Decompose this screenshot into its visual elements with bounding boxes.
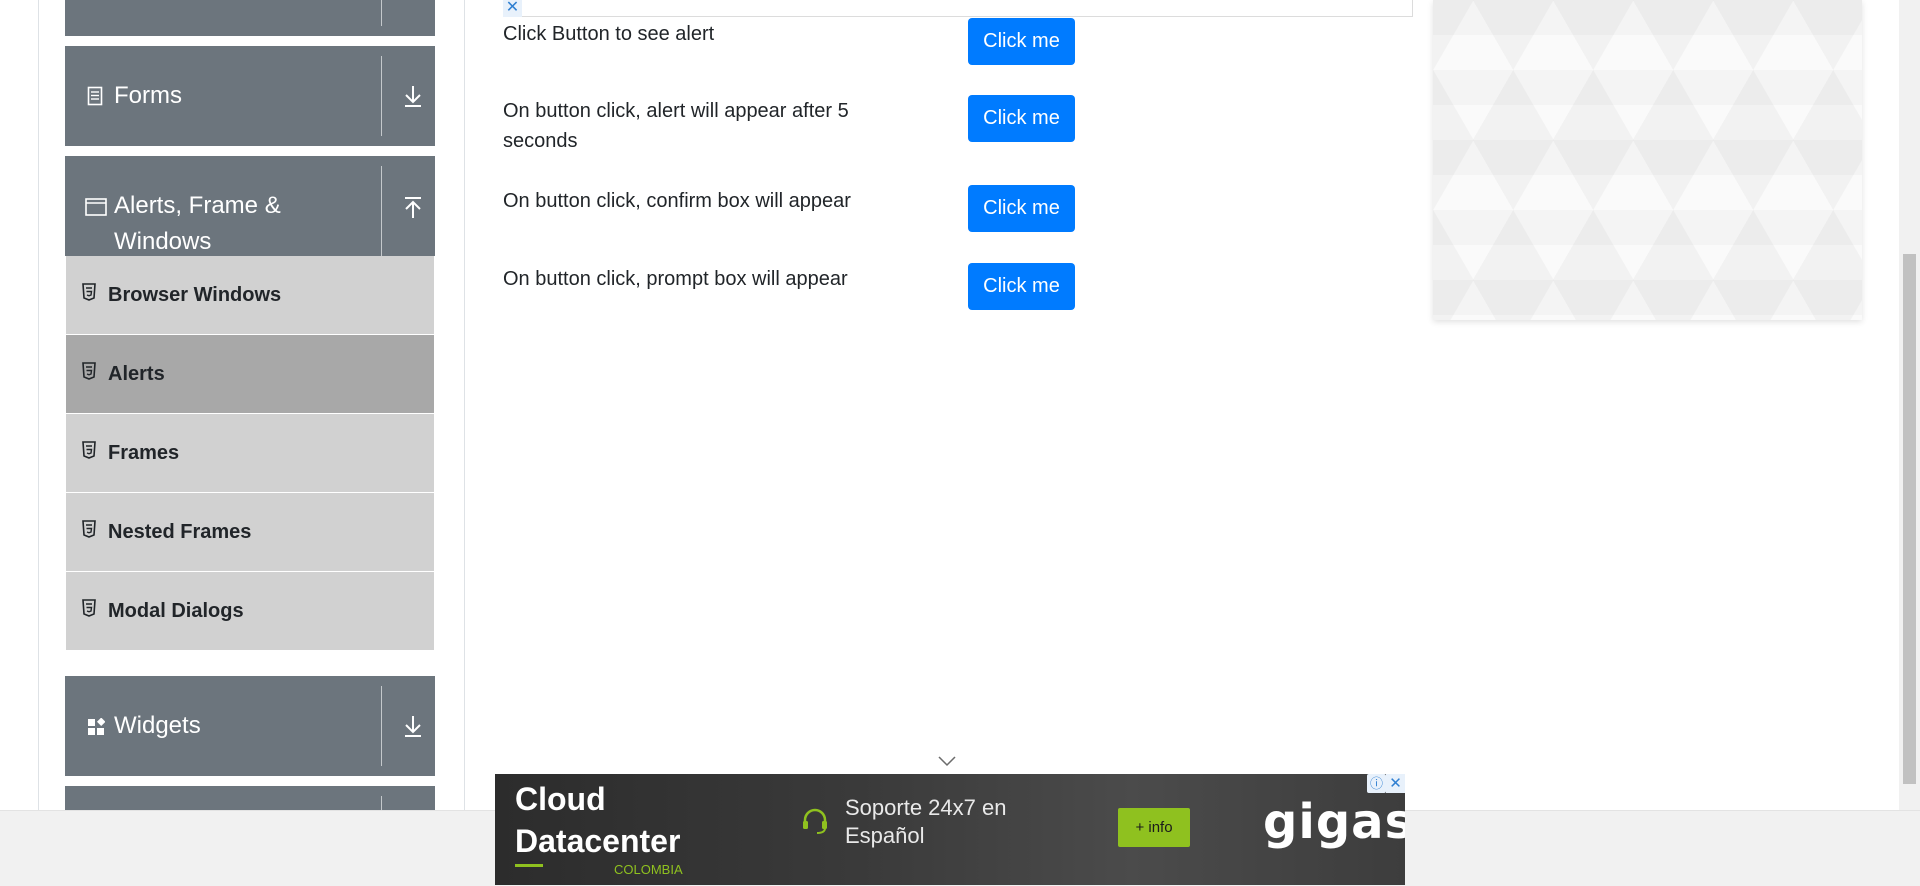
sidebar-item-frames[interactable]: Frames xyxy=(66,414,434,493)
group-separator xyxy=(381,796,382,810)
sidebar-group-forms[interactable]: Forms xyxy=(65,46,435,146)
ad-info-icon[interactable]: ⓘ xyxy=(1367,774,1386,793)
sidebar-group-label: Alerts, Frame & xyxy=(114,192,281,219)
html5-icon xyxy=(82,599,96,617)
sidebar-item-nested-frames[interactable]: Nested Frames xyxy=(66,493,434,572)
html5-icon xyxy=(82,283,96,301)
sidebar-group-alerts-frame-windows[interactable]: Alerts, Frame & Windows xyxy=(65,156,435,256)
scrollbar-thumb[interactable] xyxy=(1903,254,1916,784)
timer-alert-button[interactable]: Click me xyxy=(968,95,1075,142)
ad-title: Cloud Datacenter xyxy=(515,781,681,859)
ad-underline xyxy=(515,864,543,867)
sidebar-group-label: Widgets xyxy=(114,712,201,739)
sidebar-item-label: Alerts xyxy=(108,363,165,385)
top-ad-frame xyxy=(503,0,1413,17)
prompt-button[interactable]: Click me xyxy=(968,263,1075,310)
ad-close-icon[interactable]: ✕ xyxy=(1386,774,1405,793)
close-icon[interactable]: ✕ xyxy=(503,0,522,17)
ad-banner[interactable]: Cloud Datacenter COLOMBIA Soporte 24x7 e… xyxy=(495,774,1405,885)
html5-icon xyxy=(82,362,96,380)
ad-info-button[interactable]: + info xyxy=(1118,808,1190,847)
timer-alert-row-text: On button click, alert will appear after… xyxy=(503,100,849,152)
side-ad-pattern xyxy=(1433,0,1862,320)
group-separator xyxy=(381,686,382,766)
download-arrow-icon[interactable] xyxy=(403,84,423,108)
sidebar-group-interactions[interactable] xyxy=(65,786,435,810)
group-separator xyxy=(381,56,382,136)
sidebar-item-alerts[interactable]: Alerts xyxy=(66,335,434,414)
html5-icon xyxy=(82,520,96,538)
sidebar-item-browser-windows[interactable]: Browser Windows xyxy=(66,256,434,335)
group-separator xyxy=(381,166,382,256)
group-separator xyxy=(381,0,382,26)
upload-arrow-icon[interactable] xyxy=(403,196,423,220)
chevron-down-icon[interactable] xyxy=(937,754,957,767)
alert-row-text: Click Button to see alert xyxy=(503,23,715,45)
sidebar-item-label: Browser Windows xyxy=(108,284,282,306)
headset-icon xyxy=(800,806,830,836)
confirm-row-text: On button click, confirm box will appear xyxy=(503,190,851,212)
sidebar-group-widgets[interactable]: Widgets xyxy=(65,676,435,776)
html5-icon xyxy=(82,441,96,459)
sidebar-item-label: Modal Dialogs xyxy=(108,600,244,622)
sidebar-submenu: Browser Windows Alerts Frames Nested Fra… xyxy=(66,256,434,651)
ad-brand-logo: gigas xyxy=(1263,794,1405,850)
left-divider xyxy=(38,0,39,810)
sidebar-item-modal-dialogs[interactable]: Modal Dialogs xyxy=(66,572,434,651)
prompt-row-text: On button click, prompt box will appear xyxy=(503,268,848,290)
sidebar-group-label-line2: Windows xyxy=(114,228,212,255)
sidebar-group-elements[interactable] xyxy=(65,0,435,36)
column-divider xyxy=(464,0,465,810)
window-icon xyxy=(85,198,107,221)
page: Forms Alerts, Frame & Windows Browser Wi… xyxy=(0,0,1899,810)
sidebar-item-label: Nested Frames xyxy=(108,521,252,543)
sidebar-item-label: Frames xyxy=(108,442,180,464)
form-icon xyxy=(87,86,103,111)
widgets-icon xyxy=(87,717,106,741)
ad-support-text: Soporte 24x7 en Español xyxy=(845,795,1007,848)
download-arrow-icon[interactable] xyxy=(403,714,423,738)
sidebar-group-label: Forms xyxy=(114,82,182,109)
confirm-button[interactable]: Click me xyxy=(968,185,1075,232)
ad-subtitle: COLOMBIA xyxy=(614,862,683,877)
alert-button[interactable]: Click me xyxy=(968,18,1075,65)
